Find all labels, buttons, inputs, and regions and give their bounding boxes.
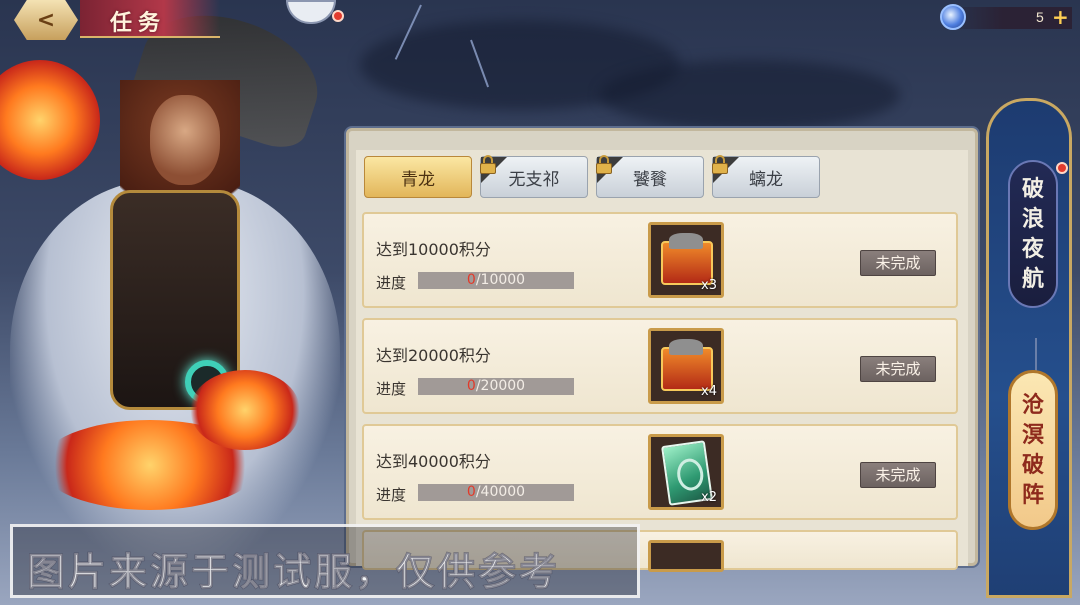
- side-tab-char: 浪: [1021, 206, 1044, 232]
- reward-quantity: x4: [701, 384, 717, 399]
- task-row: 达到40000积分 进度 0/40000 x2 未完成: [362, 424, 958, 520]
- reward-slot[interactable]: x3: [648, 222, 724, 298]
- progress-total: /20000: [475, 378, 526, 394]
- gem-icon: [940, 4, 966, 30]
- tab-label: 螭龙: [749, 169, 783, 190]
- tab-chilong[interactable]: 螭龙: [711, 155, 820, 198]
- top-header: < 任务: [0, 0, 344, 44]
- currency-display: 5 +: [940, 4, 1072, 32]
- status-badge[interactable]: 未完成: [860, 356, 936, 382]
- side-tab-polang-yehang[interactable]: 破 浪 夜 航: [1008, 160, 1058, 308]
- notification-dot: [332, 10, 344, 22]
- status-badge[interactable]: 未完成: [860, 250, 936, 276]
- watermark-text: 图片来源于测试服，仅供参考: [26, 550, 561, 595]
- reward-quantity: x2: [701, 490, 717, 505]
- progress-label: 进度: [376, 380, 407, 398]
- side-tab-char: 沧: [1021, 392, 1044, 418]
- watermark: 图片来源于测试服，仅供参考: [10, 524, 640, 598]
- lock-icon: [711, 155, 729, 175]
- back-button[interactable]: <: [14, 0, 78, 40]
- task-name: 达到40000积分: [376, 452, 491, 471]
- side-tab-char: 破: [1021, 176, 1044, 202]
- reward-slot[interactable]: [648, 540, 724, 572]
- progress-current: 0: [466, 272, 476, 288]
- progress-current: 0: [466, 378, 476, 394]
- tab-label: 青龙: [401, 169, 435, 190]
- tab-wuzhiqi[interactable]: 无支祁: [479, 155, 588, 198]
- side-tab-char: 夜: [1021, 236, 1044, 262]
- task-row: 达到20000积分 进度 0/20000 x4 未完成: [362, 318, 958, 414]
- progress-label: 进度: [376, 486, 407, 504]
- storm-cloud: [600, 60, 900, 130]
- lock-icon: [595, 155, 613, 175]
- progress-label: 进度: [376, 274, 407, 292]
- tab-label: 无支祁: [508, 169, 560, 190]
- side-event-tabs: 破 浪 夜 航 沧 溟 破 阵: [980, 98, 1076, 598]
- lock-icon: [479, 155, 497, 175]
- status-badge[interactable]: 未完成: [860, 462, 936, 488]
- tab-qinglong[interactable]: 青龙: [364, 156, 472, 198]
- side-tab-char: 溟: [1021, 422, 1044, 448]
- side-tab-char: 破: [1021, 452, 1044, 478]
- progress-text: 0/20000: [418, 378, 574, 395]
- side-tab-char: 阵: [1021, 482, 1044, 508]
- chest-ore: [669, 233, 703, 249]
- back-arrow-icon: <: [36, 7, 56, 33]
- progress-total: /40000: [475, 484, 526, 500]
- progress-total: /10000: [475, 272, 526, 288]
- tab-taotie[interactable]: 饕餮: [595, 155, 704, 198]
- reward-slot[interactable]: x4: [648, 328, 724, 404]
- progress-current: 0: [466, 484, 476, 500]
- notification-dot: [1056, 162, 1068, 174]
- flame-effect: [0, 60, 100, 180]
- progress-text: 0/10000: [418, 272, 574, 289]
- side-tab-char: 航: [1021, 266, 1044, 292]
- task-name: 达到10000积分: [376, 240, 491, 259]
- chest-ore: [669, 339, 703, 355]
- page-title: 任务: [110, 10, 167, 36]
- hero-head: [150, 95, 220, 185]
- hero-character-art: [0, 0, 360, 560]
- tab-label: 饕餮: [633, 169, 667, 190]
- flame-effect: [190, 370, 300, 450]
- task-row: 达到10000积分 进度 0/10000 x3 未完成: [362, 212, 958, 308]
- add-currency-button[interactable]: +: [1052, 6, 1069, 28]
- currency-value: 5: [1036, 9, 1044, 25]
- progress-text: 0/40000: [418, 484, 574, 501]
- progress-bar: 0/10000: [418, 272, 574, 289]
- side-tab-cangming-pozhen[interactable]: 沧 溟 破 阵: [1008, 370, 1058, 530]
- progress-bar: 0/20000: [418, 378, 574, 395]
- task-name: 达到20000积分: [376, 346, 491, 365]
- reward-quantity: x3: [701, 278, 717, 293]
- progress-bar: 0/40000: [418, 484, 574, 501]
- reward-slot[interactable]: x2: [648, 434, 724, 510]
- compass-icon[interactable]: [286, 0, 336, 24]
